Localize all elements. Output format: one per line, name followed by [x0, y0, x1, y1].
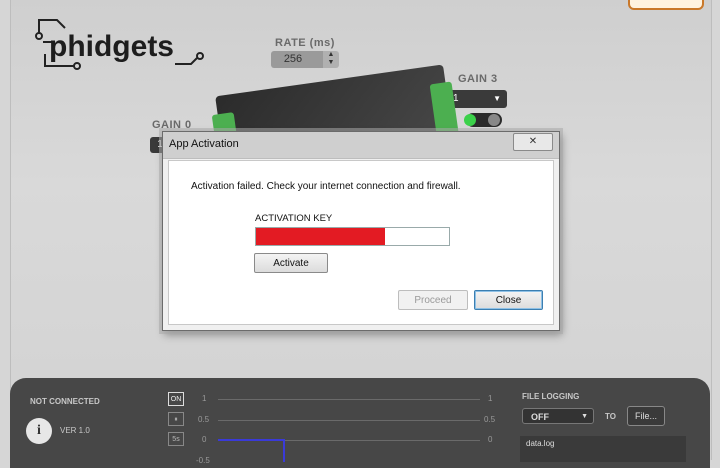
on-button[interactable]: ON — [168, 392, 184, 406]
spin-up-icon[interactable]: ▲ — [328, 51, 335, 58]
rate-input[interactable]: 256 — [271, 51, 329, 68]
error-message: Activation failed. Check your internet c… — [191, 181, 461, 192]
logo-text: phidgets — [49, 30, 174, 63]
data-plot: 1 0.5 0 -0.5 1 0.5 0 — [196, 390, 495, 465]
y-tick-right: 0 — [488, 435, 493, 444]
key-redaction-bar — [256, 228, 386, 245]
activation-key-input[interactable] — [255, 227, 450, 246]
file-logging-label: FILE LOGGING — [522, 392, 580, 401]
dialog-titlebar[interactable]: App Activation ✕ — [163, 132, 559, 159]
plot-series-line — [218, 439, 285, 462]
status-led-icon — [464, 114, 476, 126]
file-button[interactable]: File... — [627, 406, 665, 426]
toggle-knob — [488, 114, 500, 126]
close-icon[interactable]: ✕ — [513, 133, 553, 151]
to-label: TO — [605, 412, 616, 421]
chevron-down-icon: ▼ — [581, 413, 588, 420]
rate-label: RATE (ms) — [275, 37, 335, 49]
y-tick: -0.5 — [196, 456, 210, 465]
y-tick: 1 — [202, 394, 207, 403]
activation-key-label: ACTIVATION KEY — [255, 213, 333, 224]
connection-status: NOT CONNECTED — [30, 397, 100, 406]
chevron-down-icon: ▼ — [493, 94, 501, 103]
rate-spinner[interactable]: ▲ ▼ — [323, 51, 339, 68]
proceed-button[interactable]: Proceed — [398, 290, 468, 310]
y-tick-right: 1 — [488, 394, 493, 403]
activation-dialog: App Activation ✕ Activation failed. Chec… — [162, 131, 560, 331]
pause-icon[interactable]: ⏸ — [168, 412, 184, 426]
dialog-title: App Activation — [169, 138, 239, 150]
filename-field[interactable]: data.log — [520, 436, 686, 462]
activate-button[interactable]: Activate — [254, 253, 328, 273]
gain3-label: GAIN 3 — [458, 73, 498, 85]
bottom-panel: NOT CONNECTED VER 1.0 i ON ⏸ 5s 1 0.5 0 … — [10, 378, 710, 468]
y-tick: 0.5 — [198, 415, 210, 424]
logging-value: OFF — [531, 412, 549, 422]
studio-badge — [628, 0, 704, 10]
version-label: VER 1.0 — [60, 426, 90, 435]
gain0-label: GAIN 0 — [152, 119, 192, 131]
phidgets-logo: phidgets — [35, 19, 204, 70]
y-tick: 0 — [202, 435, 207, 444]
info-icon[interactable]: i — [26, 418, 52, 444]
gain3-toggle[interactable] — [464, 113, 502, 127]
spin-down-icon[interactable]: ▼ — [328, 59, 335, 66]
logging-dropdown[interactable]: OFF ▼ — [522, 408, 594, 424]
dialog-body: Activation failed. Check your internet c… — [168, 160, 554, 325]
y-tick-right: 0.5 — [484, 415, 496, 424]
close-button[interactable]: Close — [474, 290, 543, 310]
timespan-button[interactable]: 5s — [168, 432, 184, 446]
